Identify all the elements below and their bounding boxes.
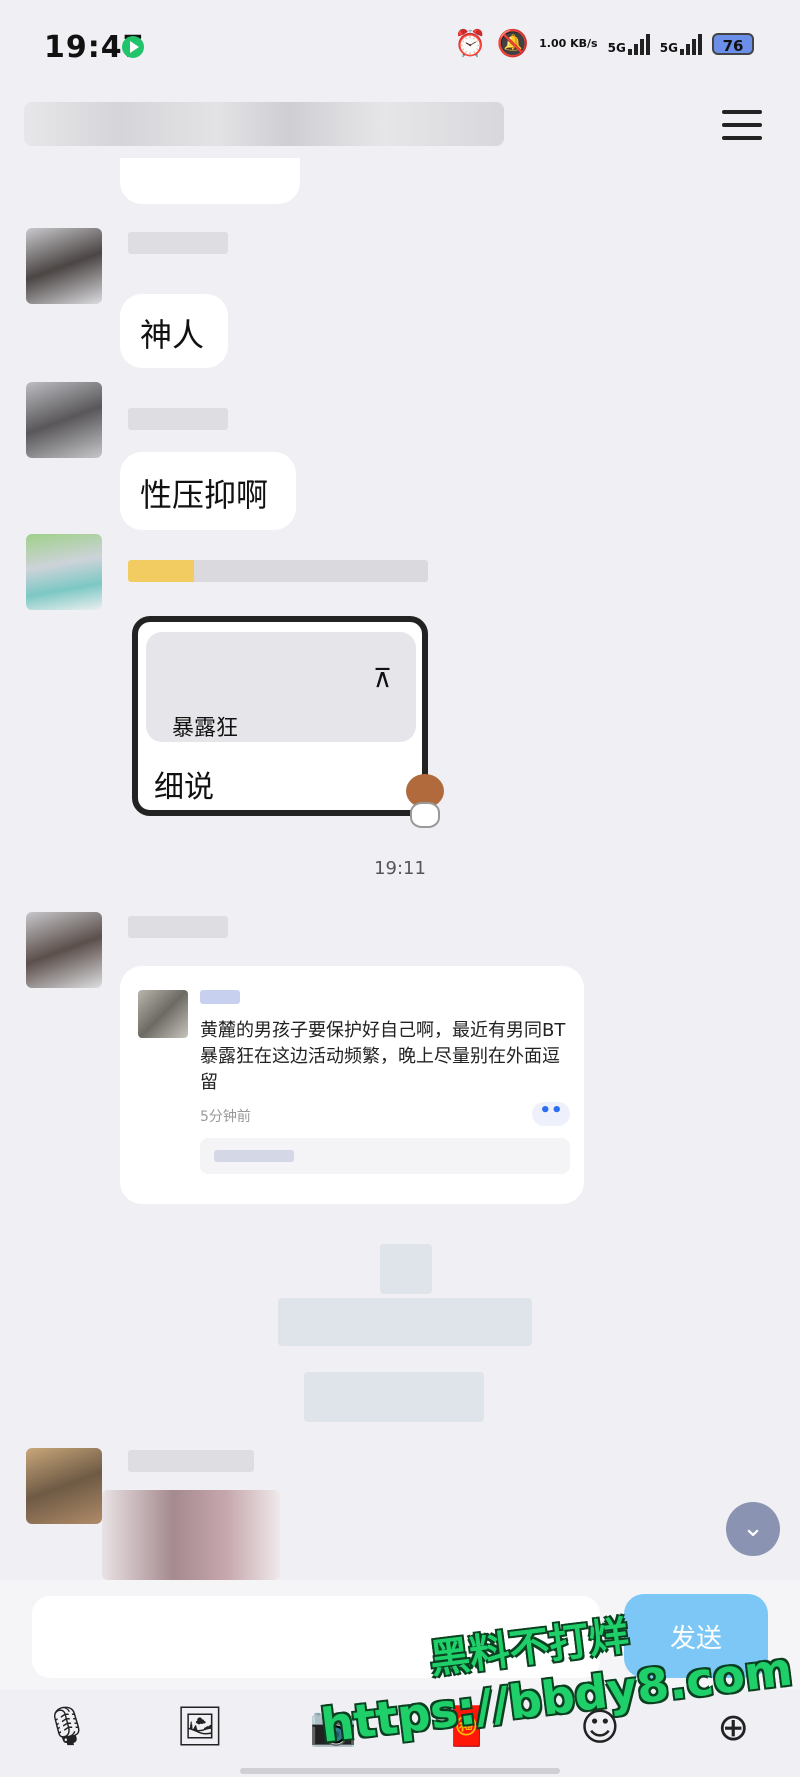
sender-name-blurred — [128, 408, 228, 430]
avatar[interactable] — [26, 912, 102, 988]
avatar[interactable] — [26, 382, 102, 458]
post-body: 黄麓的男孩子要保护好自己啊，最近有男同BT暴露狂在这边活动频繁，晚上尽量别在外面… — [200, 1020, 566, 1093]
image-icon[interactable]: 🖼 — [170, 1704, 230, 1749]
status-icons: ⏰ 🔕 1.00 KB/s 5G 5G 76 — [454, 30, 754, 58]
shared-post-card[interactable]: 黄麓的男孩子要保护好自己啊，最近有男同BT暴露狂在这边活动频繁，晚上尽量别在外面… — [120, 966, 584, 1204]
battery-indicator: 76 — [712, 33, 754, 55]
status-bar: 19:47 ⏰ 🔕 1.00 KB/s 5G 5G 76 — [0, 0, 800, 92]
menu-icon[interactable] — [722, 110, 762, 140]
alarm-icon: ⏰ — [454, 29, 487, 59]
plus-icon[interactable]: ⊕ — [703, 1705, 763, 1749]
sticker-quote-text: 暴露狂 — [172, 716, 239, 741]
sticker-reply-text: 细说 — [154, 770, 214, 805]
message-bubble[interactable]: 性压抑啊 — [120, 452, 296, 530]
more-options-button[interactable]: •• — [532, 1102, 570, 1126]
message-text: 神人 — [140, 316, 205, 354]
scroll-to-bottom-button[interactable]: ⌄ — [726, 1502, 780, 1556]
net-speed: 1.00 KB/s — [539, 37, 598, 50]
message-bubble-blurred[interactable] — [102, 1490, 280, 1580]
signal-bars-icon — [627, 33, 650, 55]
message-text: 性压抑啊 — [140, 476, 269, 514]
mascot-icon — [400, 774, 450, 830]
up-arrow-icon: ⊼ — [372, 664, 392, 694]
sender-name-blurred — [128, 916, 228, 938]
system-notice-blurred — [304, 1372, 484, 1422]
home-indicator[interactable] — [240, 1768, 560, 1774]
avatar[interactable] — [26, 228, 102, 304]
post-source-link[interactable] — [200, 1138, 570, 1174]
message-bubble[interactable]: 神人 — [120, 294, 228, 368]
sender-name-blurred — [128, 560, 428, 582]
avatar[interactable] — [26, 534, 102, 610]
post-author-name-blurred — [200, 990, 240, 1004]
post-time: 5分钟前 — [200, 1109, 251, 1125]
chat-header — [0, 92, 800, 168]
message-timestamp: 19:11 — [374, 858, 426, 879]
message-bubble-partial — [120, 158, 300, 204]
play-icon — [122, 36, 144, 58]
signal-bars-icon — [680, 33, 702, 55]
signal-1: 5G — [608, 33, 650, 55]
system-notice-blurred — [278, 1298, 532, 1346]
chat-title-blurred — [24, 102, 504, 146]
system-notice-blurred — [380, 1244, 432, 1294]
mute-bell-icon: 🔕 — [496, 29, 530, 59]
sender-name-blurred — [128, 1450, 254, 1472]
microphone-icon[interactable]: 🎙 — [37, 1704, 97, 1749]
sticker-quote-box: ⊼ 暴露狂 — [146, 632, 416, 742]
avatar[interactable] — [26, 1448, 102, 1524]
post-author-avatar — [138, 990, 188, 1038]
signal-2: 5G — [660, 33, 702, 55]
signal-label-2: 5G — [659, 41, 678, 55]
signal-label-1: 5G — [607, 41, 626, 55]
sticker-image[interactable]: ⊼ 暴露狂 细说 — [132, 616, 428, 816]
sender-name-blurred — [128, 232, 228, 254]
